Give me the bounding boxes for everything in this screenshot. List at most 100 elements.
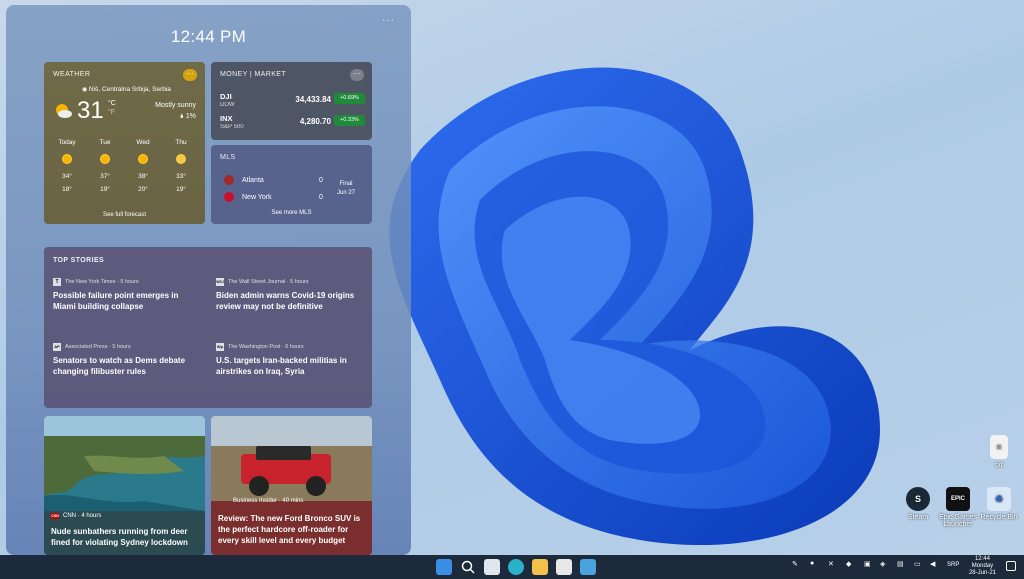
match-status: Final Jun 27: [337, 180, 355, 198]
weather-condition: Mostly sunny: [155, 102, 196, 109]
atlanta-team-logo-icon: [224, 175, 234, 185]
notification-center-icon[interactable]: [1006, 561, 1016, 571]
search-icon[interactable]: [460, 559, 476, 575]
file-explorer-icon[interactable]: [532, 559, 548, 575]
market-change-badge: +0.33%: [334, 115, 365, 126]
story-source-text: The Washington Post · 6 hours: [228, 344, 304, 350]
wapo-logo-icon: Wp: [216, 343, 224, 351]
task-view-icon[interactable]: [484, 559, 500, 575]
weather-more-button[interactable]: ···: [183, 69, 197, 81]
taskbar-clock[interactable]: 12:44 Monday 28-Jun-21: [969, 556, 996, 577]
story-item[interactable]: T The New York Times · 5 hours Possible f…: [53, 278, 203, 312]
tray-steam-icon[interactable]: ●: [810, 560, 814, 567]
story-headline[interactable]: U.S. targets Iran-backed militias in air…: [216, 355, 366, 377]
weather-widget[interactable]: WEATHER ··· ◉ Niš, Centralna Srbija, Ser…: [44, 62, 205, 224]
image-story-card[interactable]: Business Insider · 40 mins Review: The n…: [211, 416, 372, 555]
sunny-icon: [62, 154, 72, 164]
desktop-icon-recycle-bin[interactable]: ♻ Recycle Bin: [975, 487, 1023, 521]
forecast-day-name: Wed: [136, 139, 150, 146]
market-row[interactable]: INX S&P 500 4,280.70 +0.33%: [220, 114, 365, 136]
story-headline[interactable]: Senators to watch as Dems debate changin…: [53, 355, 203, 377]
forecast-high: 37°: [100, 173, 110, 180]
edge-browser-icon[interactable]: [508, 559, 524, 575]
story-item[interactable]: Wp The Washington Post · 6 hours U.S. tar…: [216, 343, 366, 377]
forecast-day: Thu 33° 19°: [164, 139, 198, 193]
market-header: MONEY | MARKET: [220, 71, 287, 78]
forecast-low: 19°: [176, 186, 186, 193]
cnn-logo-icon: CNN: [51, 513, 59, 519]
forecast-high: 33°: [176, 173, 186, 180]
market-row[interactable]: DJI DOW 34,433.84 +0.69%: [220, 92, 365, 114]
mls-widget[interactable]: MLS Atlanta 0 New York 0 Final Jun 27 Se…: [211, 145, 372, 224]
forecast-high: 38°: [138, 173, 148, 180]
new-york-team-logo-icon: [224, 192, 234, 202]
forecast-day: Tue 37° 19°: [88, 139, 122, 193]
tray-app-icon[interactable]: ◆: [846, 560, 851, 568]
tray-pen-icon[interactable]: ✎: [792, 560, 798, 568]
story-source-text: The New York Times · 5 hours: [65, 279, 139, 285]
weather-forecast-days: Today 34° 18° Tue 37° 19° Wed 38° 20° Th…: [50, 139, 198, 193]
story-item[interactable]: WSJ The Wall Street Journal · 5 hours Bid…: [216, 278, 366, 312]
story-source-text: The Wall Street Journal · 5 hours: [228, 279, 309, 285]
widgets-panel: 12:44 PM ··· WEATHER ··· ◉ Niš, Centraln…: [6, 5, 411, 555]
tray-app-icon[interactable]: ▤: [897, 560, 904, 568]
story-source: Wp The Washington Post · 6 hours: [216, 343, 366, 351]
tray-app-icon[interactable]: ◈: [880, 560, 885, 568]
forecast-day-name: Today: [58, 139, 76, 146]
team-score: 0: [319, 176, 323, 184]
steam-icon: S: [906, 487, 930, 511]
panel-more-options-button[interactable]: ···: [382, 15, 395, 26]
app-icon[interactable]: [556, 559, 572, 575]
image-story-card[interactable]: CNN CNN · 4 hours Nude sunbathers runnin…: [44, 416, 205, 555]
forecast-day: Wed 38° 20°: [126, 139, 160, 193]
story-item[interactable]: AP Associated Press · 5 hours Senators to…: [53, 343, 203, 377]
market-widget[interactable]: MONEY | MARKET ··· DJI DOW 34,433.84 +0.…: [211, 62, 372, 140]
market-value: 4,280.70: [299, 117, 331, 126]
unit-fahrenheit[interactable]: °F: [108, 108, 116, 117]
story-headline[interactable]: Nude sunbathers running from deer fined …: [51, 526, 199, 548]
tray-app-icon[interactable]: ✕: [828, 560, 834, 568]
notepad-icon[interactable]: [580, 559, 596, 575]
forecast-day-name: Tue: [99, 139, 111, 146]
taskbar: ✎ ● ✕ ◆ ▣ ◈ ▤ ▭ ◀ SRP 12:44 Monday 28-Ju…: [0, 555, 1024, 579]
story-source-text: Business Insider · 40 mins: [233, 498, 304, 504]
desktop-icon-label: Recycle Bin: [980, 514, 1018, 521]
market-subname: S&P 500: [220, 124, 244, 130]
start-windows-icon[interactable]: [436, 559, 452, 575]
sunny-icon: [138, 154, 148, 164]
weather-location-text: Niš, Centralna Srbija, Serbia: [88, 86, 171, 93]
volume-icon[interactable]: ◀: [930, 560, 935, 568]
market-more-button[interactable]: ···: [350, 69, 364, 81]
tray-app-icon[interactable]: ▣: [864, 560, 871, 568]
nyt-logo-icon: T: [53, 278, 61, 286]
clock-time: 12:44: [974, 556, 990, 562]
weather-temperature: 31: [77, 97, 104, 124]
ap-logo-icon: AP: [53, 343, 61, 351]
network-icon[interactable]: ▭: [914, 560, 921, 568]
desktop-icon-label: Steam: [907, 514, 929, 521]
story-headline[interactable]: Possible failure point emerges in Miami …: [53, 290, 203, 312]
panel-time: 12:44 PM: [170, 27, 247, 46]
clock-date: 28-Jun-21: [968, 570, 996, 576]
unit-celsius[interactable]: °C: [108, 99, 116, 108]
story-source: CNN CNN · 4 hours: [51, 513, 101, 519]
match-date: Jun 27: [336, 190, 355, 196]
team-name: New York: [242, 193, 272, 201]
desktop-icon-label: Epic Games Launcher: [938, 514, 978, 528]
desktop-icon-txt[interactable]: ≡ txt: [975, 435, 1023, 469]
story-headline[interactable]: Review: The new Ford Bronco SUV is the p…: [218, 513, 366, 546]
sunny-icon: [100, 154, 110, 164]
market-value: 34,433.84: [295, 95, 331, 104]
ford-bronco-photo: [211, 416, 372, 501]
partly-sunny-icon: [56, 104, 72, 118]
see-more-mls-link[interactable]: See more MLS: [211, 210, 372, 216]
story-headline[interactable]: Biden admin warns Covid-19 origins revie…: [216, 290, 366, 312]
team-score: 0: [319, 193, 323, 201]
market-change-badge: +0.69%: [334, 93, 365, 104]
forecast-low: 18°: [62, 186, 72, 193]
forecast-low: 19°: [100, 186, 110, 193]
weather-unit-toggle[interactable]: °C °F: [108, 99, 116, 117]
see-full-forecast-link[interactable]: See full forecast: [44, 212, 205, 218]
partly-sunny-icon: [176, 154, 186, 164]
language-indicator[interactable]: SRP: [947, 562, 959, 568]
